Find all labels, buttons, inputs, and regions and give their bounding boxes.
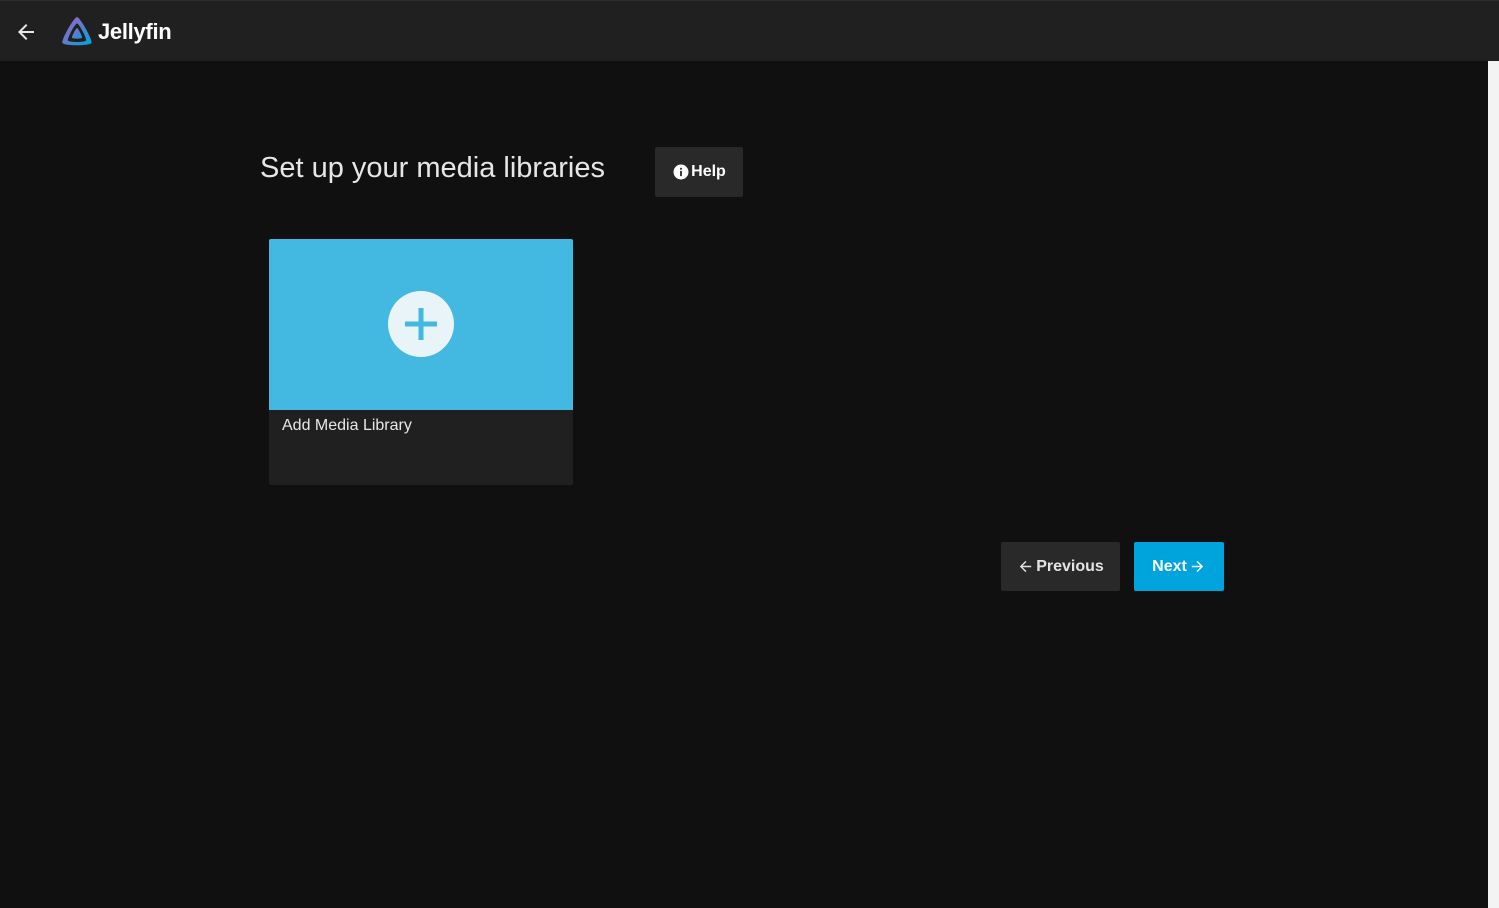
arrow-right-icon xyxy=(1191,560,1204,573)
next-button-label: Next xyxy=(1152,557,1187,575)
back-button[interactable] xyxy=(8,14,44,50)
arrow-left-icon xyxy=(1020,560,1032,573)
arrow-left-icon xyxy=(18,24,34,40)
app-name: Jellyfin xyxy=(98,19,172,44)
jellyfin-logo-icon xyxy=(62,17,92,46)
info-icon xyxy=(673,164,689,180)
help-button-label: Help xyxy=(691,163,726,180)
card-label: Add Media Library xyxy=(282,417,412,434)
page-title: Set up your media libraries xyxy=(260,152,605,184)
add-media-library-card[interactable]: Add Media Library xyxy=(269,239,573,485)
top-header-bar: Jellyfin xyxy=(0,0,1499,61)
card-image xyxy=(269,239,573,410)
brand[interactable]: Jellyfin xyxy=(60,15,172,49)
next-button[interactable]: Next xyxy=(1134,542,1224,591)
previous-button[interactable]: Previous xyxy=(1001,542,1120,591)
plus-icon xyxy=(405,308,437,340)
scrollbar[interactable] xyxy=(1488,61,1499,908)
previous-button-label: Previous xyxy=(1036,557,1104,575)
help-button[interactable]: Help xyxy=(655,147,743,197)
add-circle xyxy=(388,291,454,357)
app-window: Jellyfin Set up your media libraries Hel… xyxy=(0,0,1499,908)
